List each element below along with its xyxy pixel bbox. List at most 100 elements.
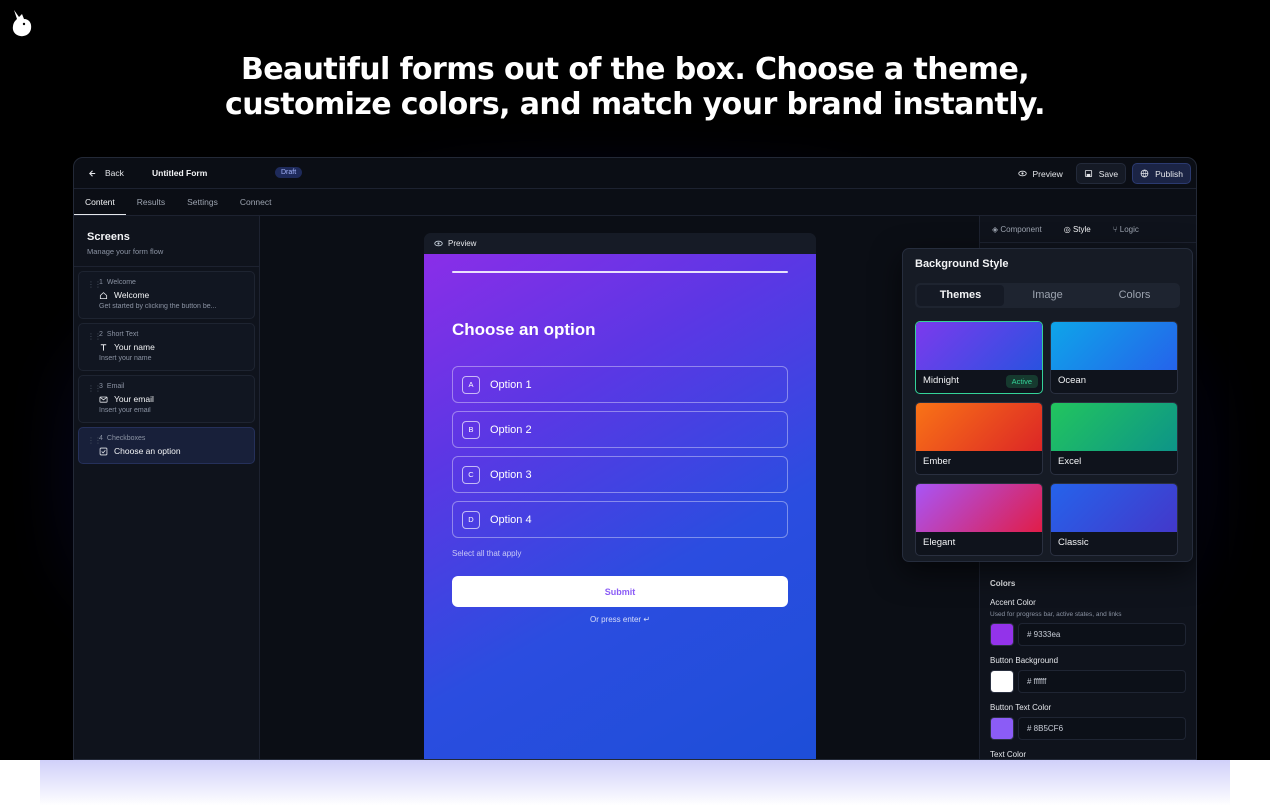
globe-icon	[1140, 169, 1149, 178]
back-label: Back	[105, 168, 124, 178]
text-color-field: Text Color	[990, 750, 1186, 759]
option-key: A	[462, 375, 480, 394]
tab-logic-label: Logic	[1119, 224, 1139, 234]
accent-color-sub: Used for progress bar, active states, an…	[990, 611, 1122, 618]
button-text-input[interactable]: # 8B5CF6	[1018, 717, 1186, 740]
popover-title: Background Style	[915, 258, 1009, 270]
screens-sidebar: Screens Manage your form flow ⋮⋮ 1 Welcom…	[74, 216, 260, 759]
checkbox-icon	[99, 447, 108, 455]
bottom-fade	[0, 760, 1270, 806]
theme-card-excel[interactable]: Excel	[1050, 402, 1178, 475]
theme-card-ocean[interactable]: Ocean	[1050, 321, 1178, 394]
button-bg-swatch[interactable]	[990, 670, 1014, 693]
theme-card-elegant[interactable]: Elegant	[915, 483, 1043, 556]
button-bg-field: Button Background # ffffff	[990, 656, 1186, 693]
style-segmented-control: Themes Image Colors	[915, 283, 1180, 308]
top-bar: Back Untitled Form Draft Preview Save Pu…	[74, 158, 1196, 189]
colors-section: Colors Accent Color Used for progress ba…	[990, 579, 1186, 759]
screen-item-welcome[interactable]: ⋮⋮ 1 Welcome Welcome Get started by click…	[78, 271, 255, 319]
theme-name: Excel	[1058, 456, 1082, 467]
theme-card-midnight[interactable]: Midnight Active	[915, 321, 1043, 394]
theme-name: Classic	[1058, 537, 1089, 548]
option-label: Option 3	[490, 468, 532, 481]
tab-style[interactable]: ◎ Style	[1064, 225, 1091, 234]
option-label: Option 4	[490, 513, 532, 526]
tab-style-label: Style	[1072, 224, 1091, 234]
eye-icon	[1017, 170, 1027, 177]
form-title[interactable]: Untitled Form	[152, 168, 207, 178]
arrow-left-icon	[89, 169, 96, 177]
screen-name: Your email	[114, 394, 154, 404]
form-canvas: Choose an option A Option 1 B Option 2 C Op…	[424, 254, 816, 759]
preview-button[interactable]: Preview	[1011, 163, 1070, 184]
tab-connect[interactable]: Connect	[229, 189, 283, 215]
theme-name: Ocean	[1058, 375, 1086, 386]
drag-handle-icon[interactable]: ⋮⋮	[87, 437, 102, 445]
form-preview: Preview Choose an option A Option 1 B Opti…	[424, 233, 816, 759]
option-label: Option 1	[490, 378, 532, 391]
tab-component[interactable]: ◈ Component	[992, 225, 1042, 234]
publish-label: Publish	[1155, 168, 1183, 179]
branch-icon: ⑂	[1112, 224, 1120, 234]
screen-item-checkboxes[interactable]: ⋮⋮ 4 Checkboxes Choose an option	[78, 427, 255, 464]
option-d[interactable]: D Option 4	[452, 501, 788, 538]
publish-button[interactable]: Publish	[1132, 163, 1191, 184]
option-c[interactable]: C Option 3	[452, 456, 788, 493]
back-button[interactable]: Back	[88, 168, 124, 178]
accent-color-swatch[interactable]	[990, 623, 1014, 646]
option-a[interactable]: A Option 1	[452, 366, 788, 403]
save-label: Save	[1098, 168, 1119, 179]
screen-description: Insert your email	[99, 407, 151, 414]
segment-colors[interactable]: Colors	[1091, 285, 1178, 306]
tab-content[interactable]: Content	[74, 189, 126, 215]
screen-type: Short Text	[106, 331, 139, 338]
colors-title: Colors	[990, 579, 1016, 588]
theme-preview	[916, 484, 1042, 532]
headline-line-1: Beautiful forms out of the box. Choose a…	[241, 52, 1030, 87]
save-button[interactable]: Save	[1075, 163, 1127, 184]
segment-themes[interactable]: Themes	[917, 285, 1004, 306]
theme-card-ember[interactable]: Ember	[915, 402, 1043, 475]
option-key: C	[462, 465, 480, 484]
accent-color-field: Accent Color Used for progress bar, acti…	[990, 598, 1186, 646]
theme-preview	[1051, 403, 1177, 451]
screen-item-short-text[interactable]: ⋮⋮ 2 Short Text Your name Insert your nam…	[78, 323, 255, 371]
theme-card-classic[interactable]: Classic	[1050, 483, 1178, 556]
drag-handle-icon[interactable]: ⋮⋮	[87, 333, 102, 341]
page-headline: Beautiful forms out of the box. Choose a…	[0, 52, 1270, 122]
tab-logic[interactable]: ⑂ Logic	[1113, 225, 1139, 234]
option-key: B	[462, 420, 480, 439]
save-icon	[1084, 169, 1092, 178]
theme-name: Ember	[923, 456, 951, 467]
theme-name: Midnight	[923, 375, 959, 386]
theme-preview	[916, 322, 1042, 370]
submit-button[interactable]: Submit	[452, 576, 788, 607]
button-text-field: Button Text Color # 8B5CF6	[990, 703, 1186, 740]
theme-name: Elegant	[923, 537, 956, 548]
drag-handle-icon[interactable]: ⋮⋮	[87, 281, 102, 289]
screen-item-email[interactable]: ⋮⋮ 3 Email Your email Insert your email	[78, 375, 255, 423]
screen-name: Your name	[114, 342, 155, 352]
theme-preview	[916, 403, 1042, 451]
tab-results[interactable]: Results	[126, 189, 176, 215]
button-bg-label: Button Background	[990, 656, 1059, 665]
button-bg-input[interactable]: # ffffff	[1018, 670, 1186, 693]
main-tabs: Content Results Settings Connect	[74, 189, 1196, 216]
drag-handle-icon[interactable]: ⋮⋮	[87, 385, 102, 393]
segment-image[interactable]: Image	[1004, 285, 1091, 306]
enter-hint: Or press enter ↵	[589, 615, 651, 624]
tab-settings[interactable]: Settings	[176, 189, 229, 215]
accent-color-input[interactable]: # 9333ea	[1018, 623, 1186, 646]
preview-header-label: Preview	[448, 239, 477, 248]
screen-type: Checkboxes	[106, 435, 146, 442]
preview-label: Preview	[1032, 168, 1063, 179]
theme-grid: Midnight Active Ocean Ember Excel Elegan…	[915, 321, 1180, 556]
option-b[interactable]: B Option 2	[452, 411, 788, 448]
screen-type: Email	[106, 383, 125, 390]
screen-name: Choose an option	[114, 446, 181, 456]
button-text-swatch[interactable]	[990, 717, 1014, 740]
button-text-label: Button Text Color	[990, 703, 1052, 712]
progress-bar	[452, 271, 788, 273]
headline-line-2: customize colors, and match your brand i…	[225, 87, 1045, 122]
fox-logo-icon	[12, 10, 32, 37]
